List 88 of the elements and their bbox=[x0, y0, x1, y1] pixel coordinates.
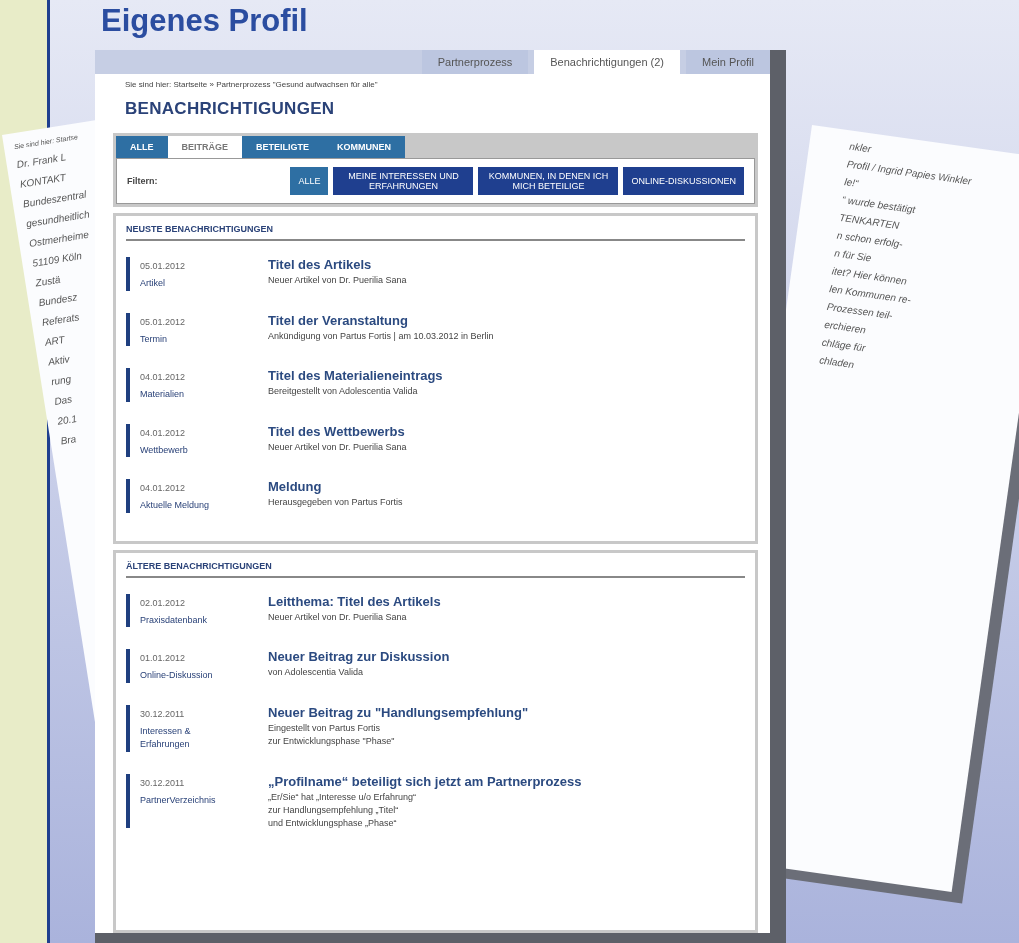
tab[interactable]: KOMMUNEN bbox=[323, 136, 406, 158]
background-page-text: Referats bbox=[40, 311, 81, 328]
item-description: Neuer Artikel von Dr. Puerilia Sana bbox=[268, 441, 408, 452]
background-page-text: le!“ bbox=[843, 176, 859, 189]
tab[interactable]: ALLE bbox=[116, 136, 168, 158]
nav-tab[interactable]: Partnerprozess bbox=[421, 50, 529, 74]
background-page-text: nkler bbox=[848, 140, 872, 155]
item-date: 30.12.2011 bbox=[140, 777, 186, 788]
background-page-text: TENKARTEN bbox=[838, 211, 900, 232]
background-page-text: n schon erfolg- bbox=[836, 229, 904, 250]
item-date: 02.01.2012 bbox=[140, 597, 187, 608]
filter-label: Filtern: bbox=[127, 176, 159, 186]
item-marker bbox=[126, 704, 130, 752]
item-date: 04.01.2012 bbox=[140, 372, 187, 382]
background-page-text: n für Sie bbox=[833, 247, 873, 264]
item-marker bbox=[126, 649, 130, 683]
filter-button[interactable]: ALLE bbox=[290, 167, 329, 195]
section-title: NEUSTE BENACHRICHTIGUNGEN bbox=[126, 224, 745, 241]
item-marker bbox=[126, 479, 130, 513]
item-category[interactable]: Materialien bbox=[140, 388, 220, 402]
section-title: ÄLTERE BENACHRICHTIGUNGEN bbox=[126, 560, 745, 578]
item-marker bbox=[126, 773, 130, 828]
item-description: Herausgegeben von Partus Fortis bbox=[268, 497, 404, 507]
item-title[interactable]: Leitthema: Titel des Artikels bbox=[268, 593, 745, 609]
item-category[interactable]: Praxisdatenbank bbox=[140, 613, 220, 627]
item-title[interactable]: Neuer Beitrag zur Diskussion bbox=[268, 649, 745, 664]
background-page-text: itet? Hier können bbox=[831, 265, 908, 287]
item-description: Bereitgestellt von Adolescentia Valida bbox=[268, 386, 419, 396]
nav-tab[interactable]: Mein Profil bbox=[686, 50, 770, 74]
item-date: 04.01.2012 bbox=[140, 427, 187, 438]
item-marker bbox=[126, 423, 130, 457]
nav-tab[interactable]: Benachrichtigungen (2) bbox=[534, 50, 681, 74]
background-page-text: Das bbox=[53, 393, 73, 408]
item-description: von Adolescentia Valida bbox=[268, 667, 364, 677]
background-page-text: Aktiv bbox=[47, 353, 71, 368]
page-heading: BENACHRICHTIGUNGEN bbox=[125, 99, 336, 119]
slide-title: Eigenes Profil bbox=[101, 2, 309, 40]
item-date: 30.12.2011 bbox=[140, 708, 186, 719]
filter-button[interactable]: KOMMUNEN, IN DENEN ICH MICH BETEILIGE bbox=[478, 167, 619, 195]
background-page-text: erchieren bbox=[823, 318, 867, 336]
background-page-text: Zustä bbox=[34, 273, 62, 289]
item-date: 01.01.2012 bbox=[140, 653, 187, 663]
item-marker bbox=[126, 593, 130, 627]
item-title[interactable]: Titel des Artikels bbox=[268, 257, 745, 272]
background-page-text: chladen bbox=[818, 354, 855, 371]
item-category[interactable]: PartnerVerzeichnis bbox=[140, 793, 220, 807]
background-page-text: rung bbox=[50, 373, 72, 388]
background-page-text: 20.1 bbox=[56, 412, 78, 427]
background-page-text: 51109 Köln bbox=[31, 250, 83, 269]
item-description: Neuer Artikel von Dr. Puerilia Sana bbox=[268, 275, 408, 285]
item-title[interactable]: Titel des Wettbewerbs bbox=[268, 423, 745, 439]
item-category[interactable]: Artikel bbox=[140, 277, 220, 291]
background-page-text: Bundesz bbox=[37, 291, 78, 309]
item-description: „Er/Sie“ hat „Interesse u/o Erfahrung“ bbox=[268, 791, 418, 802]
item-category[interactable]: Wettbewerb bbox=[140, 443, 220, 457]
item-category[interactable]: Aktuelle Meldung bbox=[140, 499, 220, 513]
background-page-text: Ostmerheime bbox=[28, 228, 90, 249]
item-category[interactable]: Online-Diskussion bbox=[140, 669, 220, 683]
filter-button[interactable]: ONLINE-DISKUSSIONEN bbox=[623, 167, 744, 195]
item-marker bbox=[126, 368, 130, 402]
item-category[interactable]: Termin bbox=[140, 332, 220, 346]
background-page-text: Dr. Frank L bbox=[15, 151, 67, 170]
item-title[interactable]: Titel der Veranstaltung bbox=[268, 312, 745, 328]
item-marker bbox=[126, 312, 130, 346]
item-description: Ankündigung von Partus Fortis | am 10.03.2012 in Berlin bbox=[268, 330, 495, 341]
item-description: zur Handlungsempfehlung „Titel“ bbox=[268, 804, 400, 815]
item-description: Eingestellt von Partus Fortis bbox=[268, 722, 382, 733]
item-description: und Entwicklungsphase „Phase“ bbox=[268, 817, 398, 828]
item-title[interactable]: „Profilname“ beteiligt sich jetzt am Partnerprozess bbox=[268, 773, 745, 789]
item-description: Neuer Artikel von Dr. Puerilia Sana bbox=[268, 611, 408, 622]
item-date: 04.01.2012 bbox=[140, 483, 187, 493]
breadcrumb: Sie sind hier: Startseite » Partnerprozess "Gesund aufwachsen für alle" bbox=[125, 80, 379, 89]
background-page-text: chläge für bbox=[821, 336, 867, 354]
filter-button[interactable]: MEINE INTERESSEN UND ERFAHRUNGEN bbox=[333, 167, 474, 195]
background-page-text: Bra bbox=[59, 433, 77, 447]
tab[interactable]: BEITRÄGE bbox=[167, 136, 242, 158]
background-page-text: ART bbox=[44, 333, 66, 348]
background-page-text: Prozessen teil- bbox=[826, 300, 894, 321]
item-marker bbox=[126, 257, 130, 291]
item-category[interactable]: Interessen & Erfahrungen bbox=[140, 724, 220, 752]
item-date: 05.01.2012 bbox=[140, 261, 187, 271]
item-title[interactable]: Meldung bbox=[268, 479, 745, 494]
item-description: zur Entwicklungsphase "Phase" bbox=[268, 735, 396, 746]
item-date: 05.01.2012 bbox=[140, 316, 187, 327]
item-title[interactable]: Neuer Beitrag zu "Handlungsempfehlung" bbox=[268, 704, 745, 720]
item-title[interactable]: Titel des Materialieneintrags bbox=[268, 368, 745, 383]
background-page-text: KONTAKT bbox=[19, 171, 67, 190]
tab[interactable]: BETEILIGTE bbox=[242, 136, 324, 158]
